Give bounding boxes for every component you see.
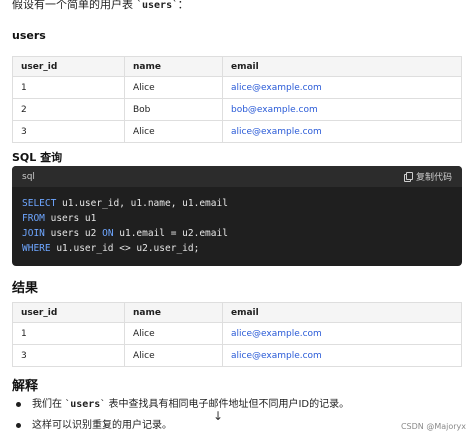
cell-email[interactable]: alice@example.com	[222, 322, 462, 345]
code-content: SELECT u1.user_id, u1.name, u1.email FROM…	[12, 187, 462, 256]
users-table-header: user_id name email	[12, 56, 462, 77]
cell-email[interactable]: bob@example.com	[222, 98, 462, 121]
inline-code-users: users	[70, 399, 101, 410]
sql-keyword: WHERE	[22, 243, 51, 254]
cell-user-id: 3	[12, 120, 125, 143]
cell-user-id: 1	[12, 322, 125, 345]
sql-keyword: JOIN	[22, 228, 45, 239]
result-heading: 结果	[12, 281, 39, 296]
cell-user-id: 1	[12, 76, 125, 99]
result-table-header: user_id name email	[12, 302, 462, 323]
table-row: 1 Alice alice@example.com	[12, 322, 462, 345]
copy-code-label: 复制代码	[415, 173, 452, 183]
column-header: name	[124, 56, 223, 77]
users-table: user_id name email 1 Alice alice@example…	[12, 56, 462, 143]
list-item: 我们在 `users` 表中查找具有相同电子邮件地址但不同用户ID的记录。	[12, 396, 349, 417]
code-language-label: sql	[22, 171, 35, 182]
column-header: name	[124, 302, 223, 323]
intro-text: 假设有一个简单的用户表 `users`：	[12, 0, 189, 11]
cell-email[interactable]: alice@example.com	[222, 76, 462, 99]
cell-email[interactable]: alice@example.com	[222, 120, 462, 143]
sql-keyword: ON	[102, 228, 114, 239]
table-row: 3 Alice alice@example.com	[12, 344, 462, 367]
cell-name: Alice	[124, 120, 223, 143]
sql-keyword: FROM	[22, 213, 45, 224]
sql-text: u1.email = u2.email	[113, 228, 228, 239]
copy-icon	[403, 172, 413, 182]
list-item: 这样可以识别重复的用户记录。	[12, 417, 349, 438]
watermark: CSDN @Majoryx	[400, 422, 466, 431]
inline-code-users: users	[142, 0, 173, 11]
sql-text: u1.user_id, u1.name, u1.email	[56, 198, 228, 209]
cell-name: Bob	[124, 98, 223, 121]
copy-code-button[interactable]: 复制代码	[403, 170, 452, 183]
table-row: 2 Bob bob@example.com	[12, 98, 462, 121]
column-header: user_id	[12, 56, 125, 77]
sql-heading: SQL 查询	[12, 151, 63, 164]
result-table: user_id name email 1 Alice alice@example…	[12, 302, 462, 367]
users-heading: users	[12, 29, 46, 42]
code-header: sql 复制代码	[12, 166, 462, 187]
cell-name: Alice	[124, 344, 223, 367]
column-header: user_id	[12, 302, 125, 323]
code-block: sql 复制代码 SELECT u1.user_id, u1.name, u1.…	[12, 166, 462, 266]
sql-text: users u1	[44, 213, 97, 224]
code-line: JOIN users u2 ON u1.email = u2.email	[22, 226, 452, 241]
cell-name: Alice	[124, 322, 223, 345]
explanation-list: 我们在 `users` 表中查找具有相同电子邮件地址但不同用户ID的记录。 这样…	[12, 396, 349, 438]
sql-text: users u2	[44, 228, 103, 239]
cell-name: Alice	[124, 76, 223, 99]
column-header: email	[222, 56, 462, 77]
cell-user-id: 2	[12, 98, 125, 121]
sql-keyword: SELECT	[22, 198, 57, 209]
table-row: 3 Alice alice@example.com	[12, 120, 462, 143]
sql-text: u1.user_id <> u2.user_id;	[50, 243, 200, 254]
code-line: WHERE u1.user_id <> u2.user_id;	[22, 241, 452, 256]
code-line: SELECT u1.user_id, u1.name, u1.email	[22, 196, 452, 211]
table-row: 1 Alice alice@example.com	[12, 76, 462, 99]
scroll-down-arrow-icon[interactable]: ↓	[213, 409, 223, 423]
cell-email[interactable]: alice@example.com	[222, 344, 462, 367]
code-line: FROM users u1	[22, 211, 452, 226]
explain-heading: 解释	[12, 379, 39, 394]
column-header: email	[222, 302, 462, 323]
cell-user-id: 3	[12, 344, 125, 367]
